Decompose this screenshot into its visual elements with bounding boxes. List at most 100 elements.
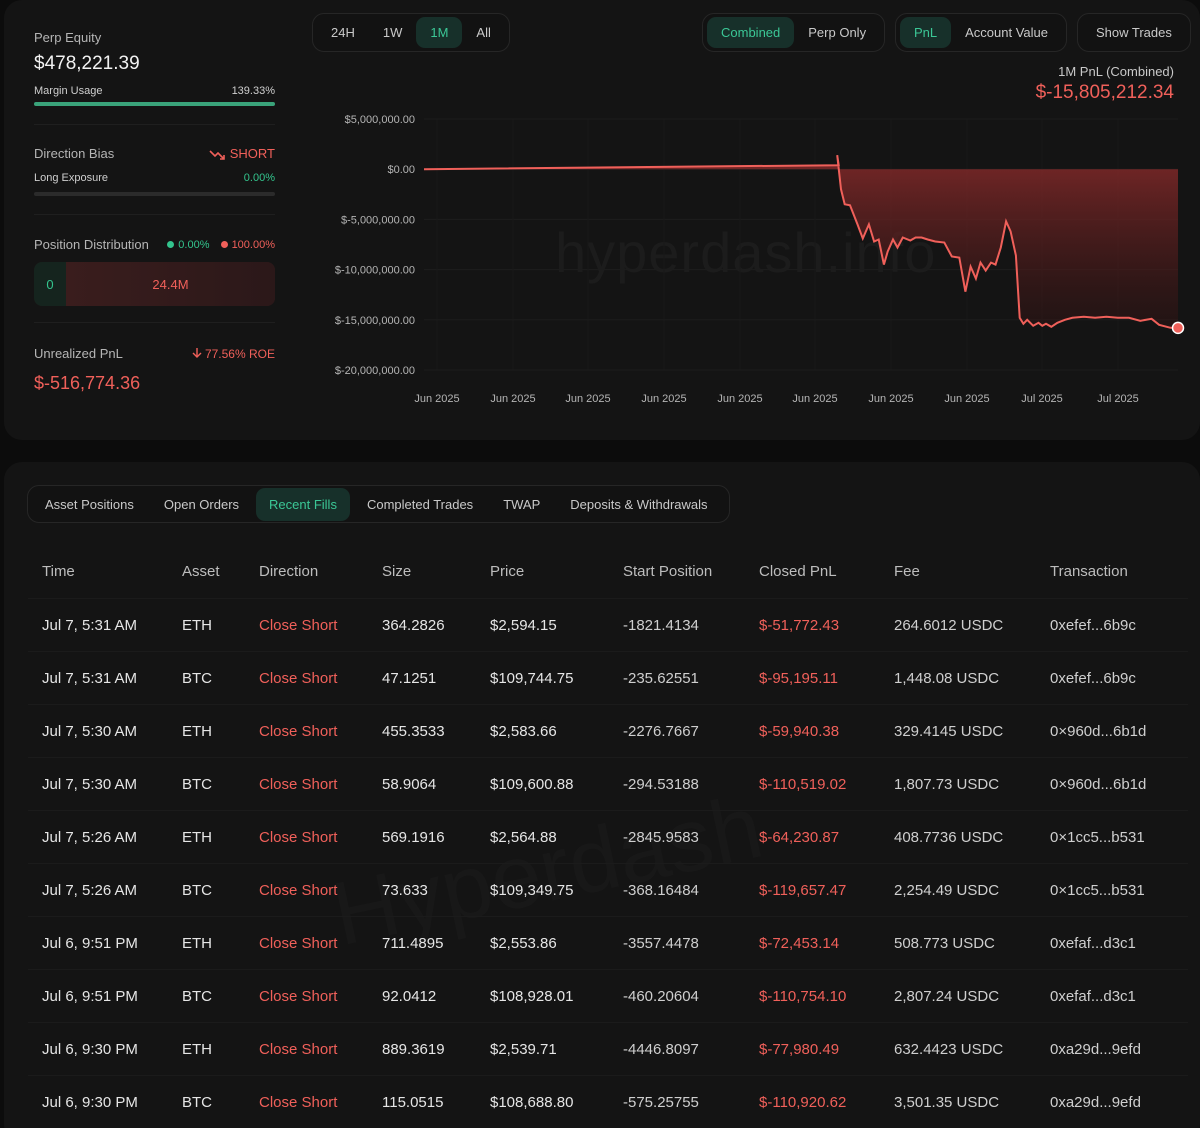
range-tab-1m[interactable]: 1M (416, 17, 463, 48)
col-fee-cell: 508.773 USDC (894, 934, 995, 952)
table-row[interactable]: Jul 6, 9:30 PM BTC Close Short 115.0515 $108… (28, 1075, 1188, 1128)
col-transaction-cell[interactable]: 0×1cc5...b531 (1050, 829, 1145, 846)
table-row[interactable]: Jul 7, 5:31 AM ETH Close Short 364.2826 $2,5… (28, 598, 1188, 651)
table-row[interactable]: Jul 6, 9:51 PM ETH Close Short 711.4895 $2,5… (28, 916, 1188, 969)
x-tick-label: Jun 2025 (717, 393, 762, 405)
show-trades-toggle[interactable]: Show Trades (1077, 13, 1191, 52)
col-size-cell: 47.1251 (382, 669, 437, 687)
col-time-cell: Jul 6, 9:51 PM (42, 934, 138, 952)
distribution-legend: 0.00% 100.00% (167, 239, 275, 251)
col-closed-pnl-cell: $-110,754.10 (759, 987, 847, 1005)
metric-tab-pnl[interactable]: PnL (900, 17, 952, 48)
col-size-header: Size (382, 563, 412, 580)
y-tick-label: $-20,000,000.00 (335, 365, 415, 377)
position-distribution-row: Position Distribution 0.00% 100.00% (34, 237, 275, 252)
range-tab-24h[interactable]: 24H (317, 17, 369, 48)
col-fee-cell: 1,448.08 USDC (894, 669, 1000, 687)
margin-usage-row: Margin Usage 139.33% (34, 85, 275, 97)
y-tick-label: $5,000,000.00 (345, 114, 415, 126)
show-trades-button[interactable]: Show Trades (1082, 17, 1186, 48)
col-asset-cell: ETH (182, 616, 212, 634)
col-direction-cell: Close Short (259, 775, 338, 793)
col-transaction-cell[interactable]: 0xefaf...d3c1 (1050, 935, 1136, 952)
col-price-cell: $2,539.71 (490, 1040, 557, 1058)
col-direction-cell: Close Short (259, 616, 338, 634)
col-price-cell: $108,688.80 (490, 1093, 574, 1111)
y-tick-label: $-5,000,000.00 (341, 214, 415, 226)
col-start-position-header: Start Position (623, 563, 713, 580)
table-header: Time Asset Direction Size Price Start Positio… (28, 545, 1188, 598)
col-transaction-cell[interactable]: 0×1cc5...b531 (1050, 882, 1145, 899)
range-tab-1w[interactable]: 1W (369, 17, 417, 48)
col-closed-pnl-cell: $-110,920.62 (759, 1093, 847, 1111)
col-direction-cell: Close Short (259, 722, 338, 740)
col-closed-pnl-cell: $-110,519.02 (759, 775, 847, 793)
col-size-cell: 73.633 (382, 881, 428, 899)
col-closed-pnl-cell: $-95,195.11 (759, 669, 838, 687)
unrealized-pnl-value: $-516,774.36 (34, 373, 141, 393)
arrow-down-icon (192, 347, 202, 358)
col-size-cell: 92.0412 (382, 987, 437, 1005)
x-tick-label: Jun 2025 (868, 393, 913, 405)
table-row[interactable]: Jul 7, 5:31 AM BTC Close Short 47.1251 $109,… (28, 651, 1188, 704)
col-transaction-cell[interactable]: 0×960d...6b1d (1050, 723, 1146, 740)
pnl-current-point (1171, 321, 1185, 335)
dist-short-pct: 100.00% (231, 238, 275, 251)
long-exposure-row: Long Exposure 0.00% (34, 172, 275, 184)
tab-completed-trades[interactable]: Completed Trades (354, 488, 486, 521)
divider (34, 322, 275, 323)
long-exposure-value: 0.00% (243, 172, 275, 184)
col-transaction-cell[interactable]: 0xefaf...d3c1 (1050, 988, 1136, 1005)
table-row[interactable]: Jul 7, 5:26 AM ETH Close Short 569.1916 $2,5… (28, 810, 1188, 863)
tab-deposits-withdrawals[interactable]: Deposits & Withdrawals (557, 488, 720, 521)
table-row[interactable]: Jul 7, 5:30 AM BTC Close Short 58.9064 $109,… (28, 757, 1188, 810)
table-row[interactable]: Jul 7, 5:30 AM ETH Close Short 455.3533 $2,5… (28, 704, 1188, 757)
direction-bias-badge: SHORT (209, 146, 275, 161)
col-start-position-cell: -2845.9583 (623, 828, 699, 846)
col-price-cell: $2,553.86 (490, 934, 557, 952)
col-price-cell: $2,594.15 (490, 616, 557, 634)
col-transaction-cell[interactable]: 0xefef...6b9c (1050, 617, 1136, 634)
tab-recent-fills[interactable]: Recent Fills (256, 487, 350, 521)
col-start-position-cell: -4446.8097 (623, 1040, 699, 1058)
table-row[interactable]: Jul 6, 9:30 PM ETH Close Short 889.3619 $2,5… (28, 1022, 1188, 1075)
col-fee-cell: 2,807.24 USDC (894, 987, 1000, 1005)
mode-selector: Combined Perp Only (702, 13, 886, 52)
col-asset-cell: ETH (182, 1040, 212, 1058)
x-tick-label: Jun 2025 (414, 393, 459, 405)
col-size-cell: 889.3619 (382, 1040, 445, 1058)
range-tab-all[interactable]: All (462, 17, 504, 48)
tab-open-orders[interactable]: Open Orders (151, 488, 252, 521)
margin-usage-label: Margin Usage (34, 85, 103, 97)
col-start-position-cell: -460.20604 (623, 987, 699, 1005)
col-direction-cell: Close Short (259, 1040, 338, 1058)
table-row[interactable]: Jul 7, 5:26 AM BTC Close Short 73.633 $109,3… (28, 863, 1188, 916)
col-fee-cell: 329.4145 USDC (894, 722, 1004, 740)
col-fee-cell: 408.7736 USDC (894, 828, 1004, 846)
col-direction-cell: Close Short (259, 828, 338, 846)
col-closed-pnl-cell: $-72,453.14 (759, 934, 840, 952)
col-size-cell: 115.0515 (382, 1093, 444, 1111)
col-price-cell: $108,928.01 (490, 987, 574, 1005)
col-fee-cell: 2,254.49 USDC (894, 881, 1000, 899)
x-tick-label: Jun 2025 (641, 393, 686, 405)
tab-asset-positions[interactable]: Asset Positions (32, 488, 147, 521)
metric-tab-account-value[interactable]: Account Value (951, 17, 1062, 48)
col-direction-cell: Close Short (259, 669, 338, 687)
col-transaction-cell[interactable]: 0xa29d...9efd (1050, 1041, 1141, 1058)
col-transaction-cell[interactable]: 0xefef...6b9c (1050, 670, 1136, 687)
mode-tab-perp-only[interactable]: Perp Only (794, 17, 880, 48)
col-asset-cell: BTC (182, 881, 212, 899)
perp-equity-value: $478,221.39 (34, 53, 140, 74)
table-row[interactable]: Jul 6, 9:51 PM BTC Close Short 92.0412 $108,… (28, 969, 1188, 1022)
col-transaction-cell[interactable]: 0xa29d...9efd (1050, 1094, 1141, 1111)
col-fee-cell: 3,501.35 USDC (894, 1093, 1000, 1111)
col-price-cell: $109,744.75 (490, 669, 574, 687)
col-direction-cell: Close Short (259, 881, 338, 899)
col-closed-pnl-cell: $-77,980.49 (759, 1040, 840, 1058)
col-transaction-cell[interactable]: 0×960d...6b1d (1050, 776, 1146, 793)
col-size-cell: 569.1916 (382, 828, 445, 846)
tab-twap[interactable]: TWAP (490, 488, 553, 521)
mode-tab-combined[interactable]: Combined (707, 17, 795, 48)
pnl-period-title: 1M PnL (Combined) (1058, 64, 1174, 79)
